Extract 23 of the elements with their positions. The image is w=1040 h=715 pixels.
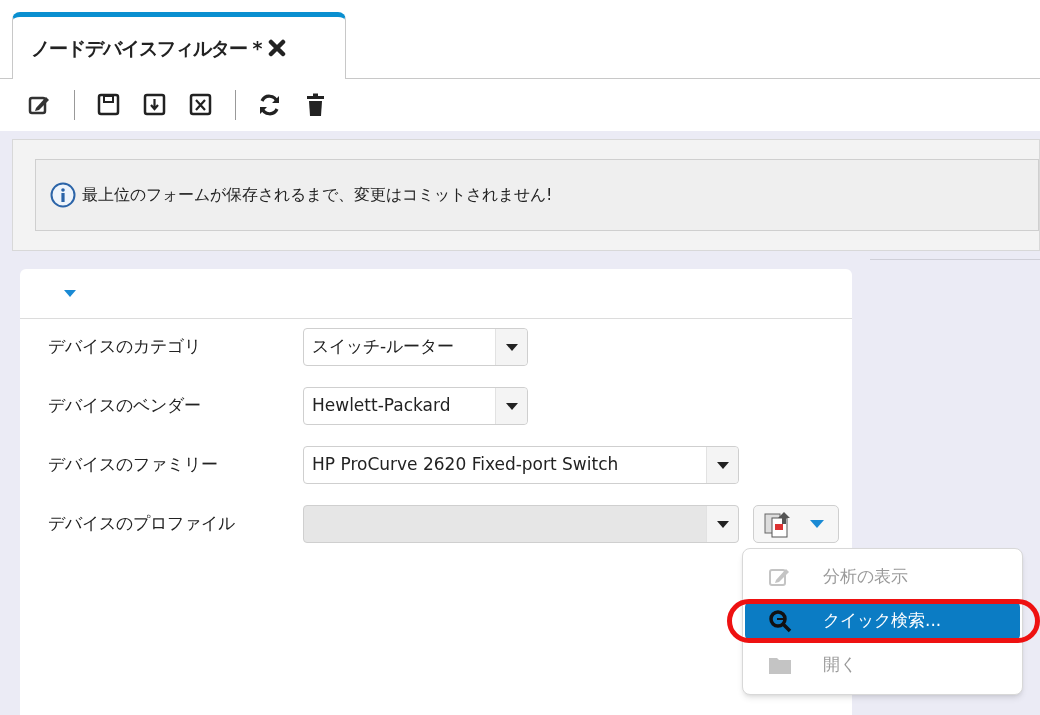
field-label: デバイスのベンダー	[48, 394, 202, 418]
field-label: デバイスのファミリー	[48, 453, 219, 477]
dropdown-field[interactable]: Hewlett-Packard	[303, 387, 528, 425]
save-arrow-icon[interactable]	[143, 93, 167, 117]
close-icon[interactable]	[267, 39, 286, 57]
notice-text: 最上位のフォームが保存されるまで、変更はコミットされません!	[82, 184, 553, 206]
save-cross-icon[interactable]	[189, 93, 213, 117]
tab[interactable]: ノードデバイスフィルター *	[12, 12, 346, 79]
search-icon	[767, 609, 793, 633]
refresh-icon[interactable]	[258, 93, 282, 117]
save-icon[interactable]	[97, 93, 121, 117]
info-icon	[50, 182, 76, 208]
caret-icon	[505, 343, 518, 351]
field-label: デバイスのカテゴリ	[48, 335, 202, 359]
documents-icon	[764, 510, 792, 538]
caret-icon	[716, 520, 729, 528]
caret-icon	[716, 461, 729, 469]
caret-icon	[505, 402, 518, 410]
collapse-caret-icon[interactable]	[64, 290, 76, 297]
caret-icon	[810, 520, 824, 528]
dropdown-field[interactable]: HP ProCurve 2620 Fixed-port Switch	[303, 446, 739, 484]
field-label: デバイスのプロファイル	[48, 512, 236, 536]
dropdown-field[interactable]: スイッチ-ルーター	[303, 328, 528, 366]
